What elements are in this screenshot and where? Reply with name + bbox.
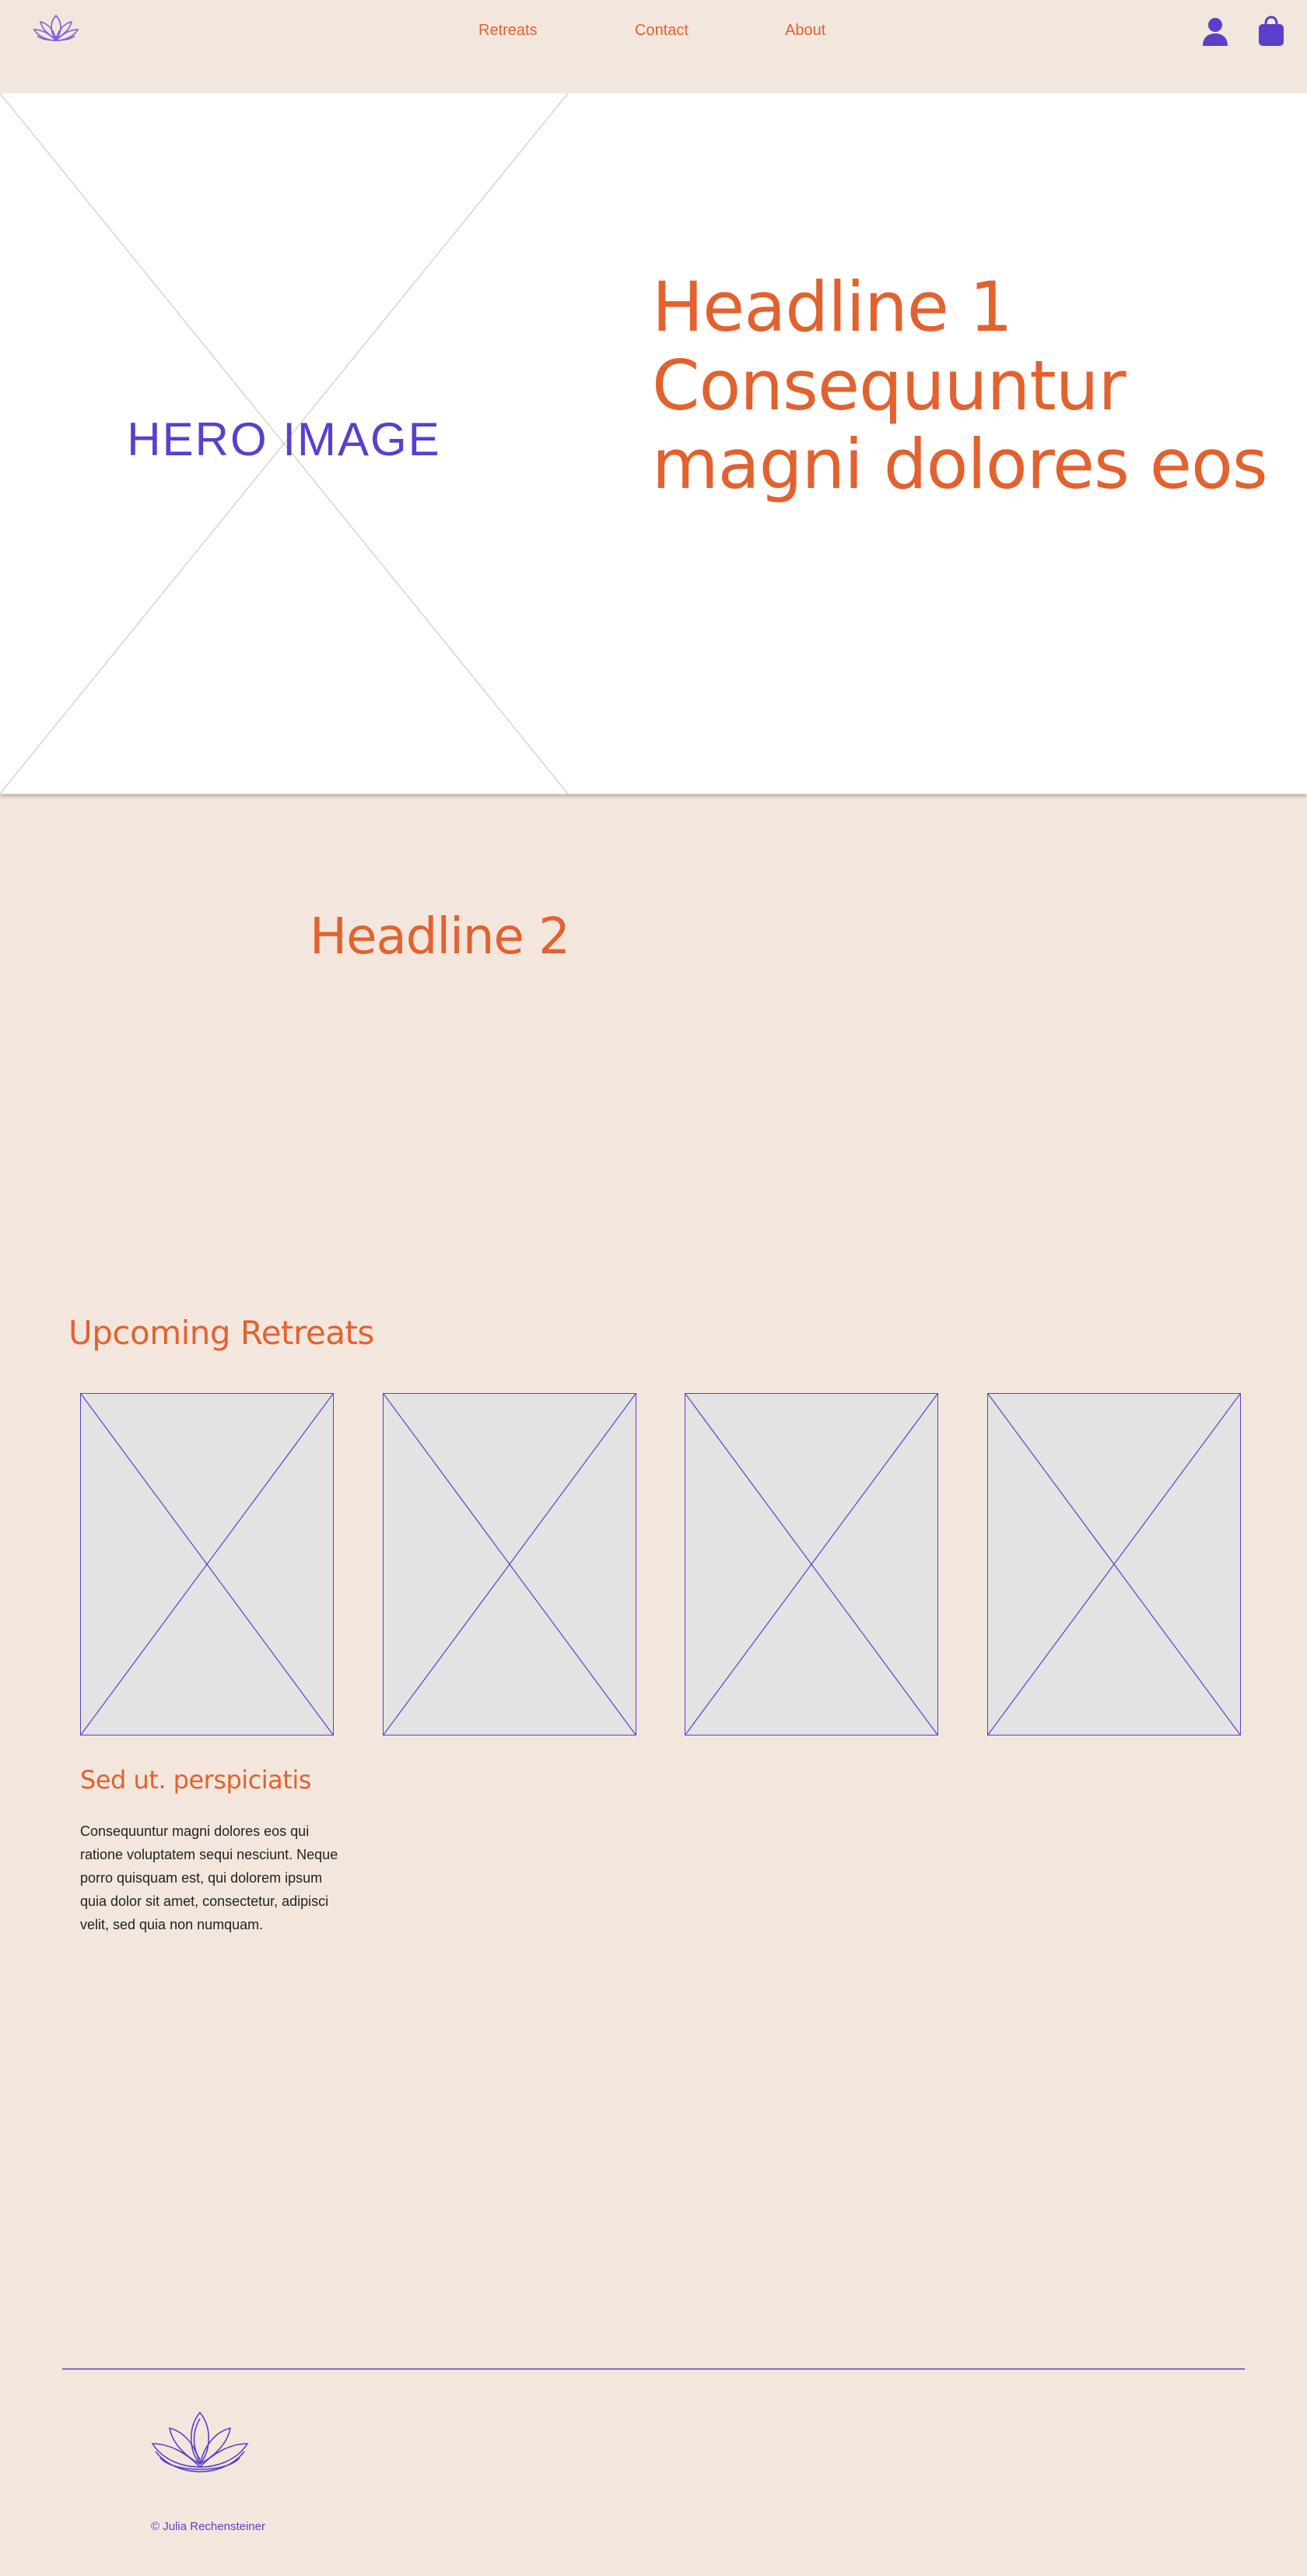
- placeholder-cross-icon: [81, 1394, 333, 1735]
- nav-link-retreats[interactable]: Retreats: [478, 22, 538, 40]
- lotus-logo-icon[interactable]: [31, 12, 81, 47]
- section-headline: Headline 2: [310, 908, 570, 966]
- hero-headline-line: Consequuntur: [652, 346, 1127, 426]
- user-icon[interactable]: [1201, 17, 1229, 47]
- site-header: Retreats Contact About: [0, 0, 1307, 93]
- hero-headline: Headline 1 Consequuntur magni dolores eo…: [652, 268, 1274, 504]
- hero-image-label: HERO IMAGE: [127, 413, 441, 465]
- hero-section: HERO IMAGE Headline 1 Consequuntur magni…: [0, 93, 1307, 795]
- retreat-card-image[interactable]: [383, 1393, 636, 1735]
- retreats-section-title: Upcoming Retreats: [68, 1314, 374, 1352]
- nav-link-about[interactable]: About: [785, 22, 825, 40]
- placeholder-cross-icon: [384, 1394, 636, 1735]
- placeholder-cross-icon: [685, 1394, 937, 1735]
- footer-divider: [62, 2368, 1245, 2370]
- shopping-bag-icon[interactable]: [1257, 16, 1285, 47]
- placeholder-cross-icon: [988, 1394, 1240, 1735]
- retreat-card-image[interactable]: [987, 1393, 1241, 1735]
- retreat-card-title[interactable]: Sed ut. perspiciatis: [80, 1765, 311, 1795]
- hero-headline-line: Headline 1: [652, 267, 1013, 347]
- hero-headline-line: magni dolores eos: [652, 424, 1268, 504]
- footer-copyright: © Julia Rechensteiner: [151, 2520, 265, 2533]
- hero-image-placeholder: HERO IMAGE: [0, 93, 569, 795]
- retreat-card-description: Consequuntur magni dolores eos qui ratio…: [80, 1823, 338, 1932]
- retreat-card-image[interactable]: [685, 1393, 938, 1735]
- lotus-logo-icon[interactable]: [148, 2409, 252, 2479]
- nav-link-contact[interactable]: Contact: [635, 22, 689, 40]
- retreat-card-image[interactable]: [80, 1393, 334, 1735]
